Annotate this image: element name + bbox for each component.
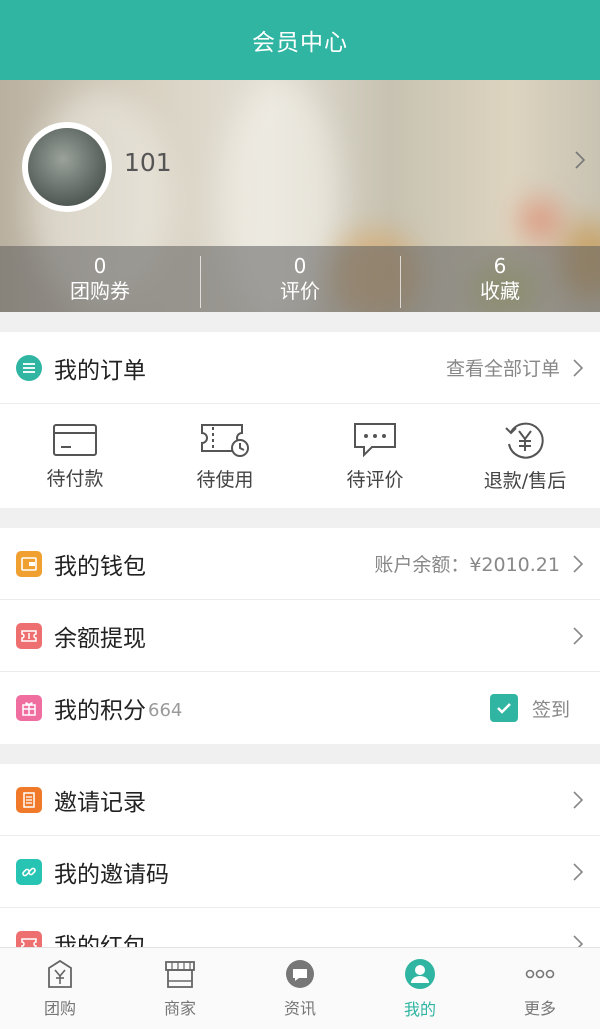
chat-bubble-icon: [354, 422, 396, 457]
chevron-right-icon: [573, 626, 584, 645]
card-icon: [53, 423, 97, 456]
stat-value: 0: [93, 254, 107, 278]
stat-value: 0: [293, 254, 307, 278]
document-icon: [16, 786, 42, 813]
stat-reviews[interactable]: 0 评价: [200, 246, 400, 312]
invite-records-row[interactable]: 邀请记录: [0, 764, 600, 836]
stat-favorites[interactable]: 6 收藏: [400, 246, 600, 312]
username: 101: [124, 148, 172, 177]
my-orders-title: 我的订单: [54, 357, 146, 384]
user-circle-icon: [405, 958, 435, 989]
chevron-right-icon: [573, 862, 584, 881]
invite-code-title: 我的邀请码: [54, 861, 169, 888]
chevron-right-icon[interactable]: [574, 150, 586, 170]
order-item-label: 待付款: [46, 467, 104, 490]
tab-label: 更多: [523, 998, 556, 1018]
order-refund[interactable]: 退款/售后: [450, 404, 600, 508]
checkin-checkbox[interactable]: [489, 694, 518, 722]
account-balance: 账户余额：¥2010.21: [374, 554, 560, 576]
order-item-label: 退款/售后: [483, 469, 567, 492]
tab-mine[interactable]: 我的: [360, 948, 480, 1029]
bottom-tab-bar: 团购 商家 资讯 我的 更多: [0, 947, 600, 1029]
my-points-row[interactable]: 我的积分 664 签到: [0, 672, 600, 744]
avatar[interactable]: [22, 122, 112, 212]
member-center-page: 会员中心 101 0 团购券 0 评价 6 收藏 我的订单 查看全部订单 待付款…: [0, 0, 600, 1029]
more-dots-icon: [525, 969, 555, 978]
withdraw-title: 余额提现: [54, 625, 146, 652]
invite-code-row[interactable]: 我的邀请码: [0, 836, 600, 908]
refund-yen-icon: [505, 422, 544, 459]
my-orders-row[interactable]: 我的订单 查看全部订单: [0, 332, 600, 404]
chat-bubble-icon: [286, 959, 314, 988]
wallet-title: 我的钱包: [54, 553, 146, 580]
page-title: 会员中心: [252, 30, 348, 56]
withdraw-row[interactable]: 余额提现: [0, 600, 600, 672]
view-all-orders-link[interactable]: 查看全部订单: [446, 354, 560, 381]
order-item-label: 待使用: [196, 468, 254, 491]
points-title: 我的积分: [54, 698, 146, 724]
chevron-right-icon: [573, 358, 584, 377]
tab-more[interactable]: 更多: [480, 948, 600, 1029]
profile-banner[interactable]: 101 0 团购券 0 评价 6 收藏: [0, 80, 600, 312]
order-pending-payment[interactable]: 待付款: [0, 404, 150, 508]
stat-label: 收藏: [480, 279, 520, 303]
ticket-clock-icon: [201, 423, 249, 457]
stat-label: 团购券: [70, 279, 130, 303]
stats-bar: 0 团购券 0 评价 6 收藏: [0, 246, 600, 312]
chevron-right-icon: [573, 790, 584, 809]
tab-label: 团购: [43, 998, 76, 1018]
checkin-label[interactable]: 签到: [532, 695, 570, 722]
order-status-grid: 待付款 待使用 待评价 退款/售后: [0, 404, 600, 508]
order-to-use[interactable]: 待使用: [150, 404, 300, 508]
ticket-icon: [16, 622, 42, 649]
stat-coupons[interactable]: 0 团购券: [0, 246, 200, 312]
stat-label: 评价: [280, 279, 320, 303]
gift-icon: [16, 695, 42, 721]
chevron-right-icon: [573, 554, 584, 573]
stat-value: 6: [493, 254, 507, 278]
my-wallet-row[interactable]: 我的钱包 账户余额：¥2010.21: [0, 528, 600, 600]
list-icon: [16, 354, 42, 381]
tab-group-buy[interactable]: 团购: [0, 948, 120, 1029]
invite-records-title: 邀请记录: [54, 789, 146, 816]
tab-label: 资讯: [283, 998, 316, 1018]
storefront-icon: [165, 960, 195, 988]
order-to-review[interactable]: 待评价: [300, 404, 450, 508]
tab-label: 我的: [403, 999, 436, 1019]
link-icon: [16, 858, 42, 885]
tab-merchants[interactable]: 商家: [120, 948, 240, 1029]
shopping-bag-yen-icon: [48, 959, 72, 988]
wallet-icon: [16, 550, 42, 577]
tab-label: 商家: [163, 998, 196, 1018]
order-item-label: 待评价: [346, 468, 404, 491]
points-value: 664: [148, 699, 183, 721]
tab-news[interactable]: 资讯: [240, 948, 360, 1029]
app-header: 会员中心: [0, 0, 600, 80]
